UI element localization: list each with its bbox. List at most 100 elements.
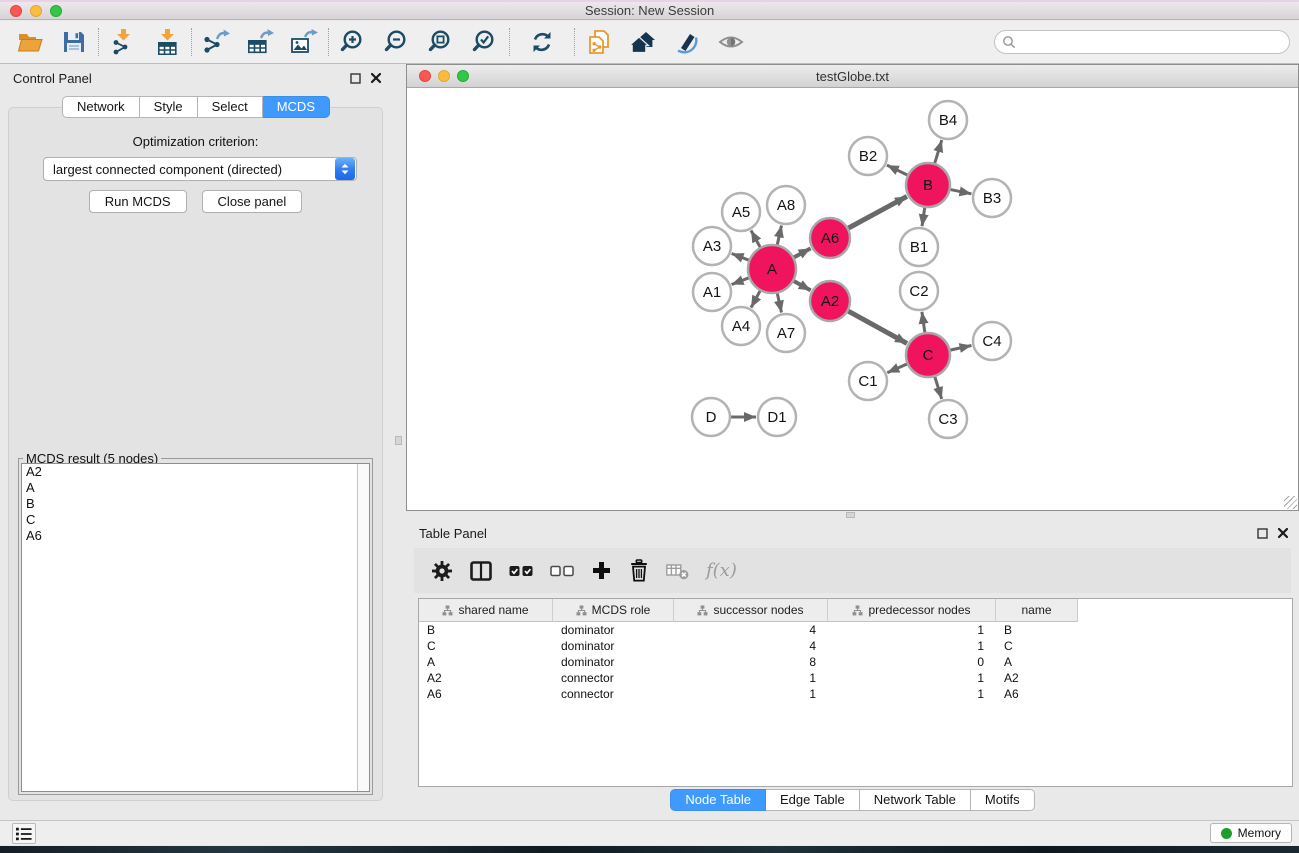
save-session-button[interactable]	[52, 24, 96, 60]
edge-C-C4[interactable]	[949, 346, 972, 351]
column-header-predecessor-nodes[interactable]: predecessor nodes	[828, 599, 996, 622]
network-canvas[interactable]: AA1A2A3A4A5A6A7A8BB1B2B3B4CC1C2C3C4DD1	[407, 88, 1298, 510]
export-table-button[interactable]	[238, 24, 282, 60]
node-D1[interactable]: D1	[758, 398, 796, 436]
close-panel-button[interactable]: Close panel	[202, 190, 303, 213]
tab-select[interactable]: Select	[198, 96, 263, 118]
result-item[interactable]: B	[22, 496, 369, 512]
import-network-button[interactable]	[101, 24, 145, 60]
memory-button[interactable]: Memory	[1210, 823, 1292, 843]
horizontal-splitter[interactable]	[406, 511, 1299, 519]
deselect-all-button[interactable]	[550, 565, 574, 577]
minimize-network-button[interactable]	[438, 70, 450, 82]
column-header-shared-name[interactable]: shared name	[419, 599, 553, 622]
search-box[interactable]	[994, 30, 1290, 54]
table-row[interactable]: Cdominator41C	[419, 638, 1292, 654]
node-D[interactable]: D	[692, 398, 730, 436]
zoom-network-button[interactable]	[457, 70, 469, 82]
node-A7[interactable]: A7	[767, 314, 805, 352]
show-columns-button[interactable]	[470, 561, 492, 581]
function-builder-button[interactable]: f(x)	[706, 560, 737, 581]
search-input[interactable]	[1020, 32, 1289, 52]
splitter-grip[interactable]	[846, 512, 855, 518]
result-item[interactable]: A6	[22, 528, 369, 544]
close-panel-icon[interactable]	[370, 72, 382, 84]
node-B[interactable]: B	[906, 163, 950, 207]
node-table[interactable]: shared nameMCDS rolesuccessor nodesprede…	[418, 598, 1293, 787]
splitter-grip[interactable]	[395, 436, 402, 445]
add-row-button[interactable]	[591, 560, 612, 581]
zoom-selected-button[interactable]	[463, 24, 507, 60]
node-B4[interactable]: B4	[929, 101, 967, 139]
node-B1[interactable]: B1	[900, 228, 938, 266]
window-resize-grip[interactable]	[1284, 496, 1297, 509]
table-row[interactable]: Bdominator41B	[419, 622, 1292, 638]
edge-A-A4[interactable]	[751, 289, 761, 307]
table-row[interactable]: Adominator80A	[419, 654, 1292, 670]
edge-B-B3[interactable]	[949, 189, 972, 194]
float-panel-icon[interactable]	[1257, 528, 1268, 539]
float-panel-icon[interactable]	[350, 73, 361, 84]
column-header-mcds-role[interactable]: MCDS role	[553, 599, 674, 622]
node-B2[interactable]: B2	[849, 137, 887, 175]
edge-A-A2[interactable]	[792, 280, 811, 290]
node-C3[interactable]: C3	[929, 400, 967, 438]
home-button[interactable]	[621, 24, 665, 60]
tab-network-table[interactable]: Network Table	[860, 789, 971, 811]
edge-C-C1[interactable]	[887, 363, 908, 372]
tab-style[interactable]: Style	[140, 96, 198, 118]
open-session-button[interactable]	[8, 24, 52, 60]
edge-C-C2[interactable]	[922, 312, 925, 334]
edge-A6-B[interactable]	[847, 196, 907, 229]
run-mcds-button[interactable]: Run MCDS	[89, 190, 187, 213]
mcds-result-list[interactable]: A2ABCA6	[21, 463, 370, 792]
table-options-button[interactable]	[431, 560, 453, 582]
zoom-window-button[interactable]	[50, 5, 62, 17]
minimize-window-button[interactable]	[30, 5, 42, 17]
node-B3[interactable]: B3	[973, 179, 1011, 217]
close-window-button[interactable]	[10, 5, 22, 17]
node-C2[interactable]: C2	[900, 272, 938, 310]
network-window-titlebar[interactable]: testGlobe.txt	[407, 65, 1298, 88]
tab-network[interactable]: Network	[62, 96, 140, 118]
edge-B-B4[interactable]	[934, 140, 942, 165]
node-A5[interactable]: A5	[722, 193, 760, 231]
optimization-criterion-dropdown[interactable]: largest connected component (directed)	[43, 157, 357, 181]
edge-A-A3[interactable]	[732, 254, 751, 261]
node-A4[interactable]: A4	[722, 307, 760, 345]
edge-A2-C[interactable]	[847, 310, 907, 343]
node-A3[interactable]: A3	[693, 227, 731, 265]
node-C[interactable]: C	[906, 333, 950, 377]
vertical-splitter[interactable]	[392, 64, 406, 820]
tab-node-table[interactable]: Node Table	[670, 789, 766, 811]
edge-A-A5[interactable]	[751, 230, 761, 248]
import-table-button[interactable]	[145, 24, 189, 60]
edge-A-A6[interactable]	[792, 248, 810, 258]
edge-B-B1[interactable]	[922, 206, 925, 226]
tab-motifs[interactable]: Motifs	[971, 789, 1035, 811]
close-network-button[interactable]	[419, 70, 431, 82]
node-C4[interactable]: C4	[973, 322, 1011, 360]
refresh-view-button[interactable]	[520, 24, 564, 60]
task-history-button[interactable]	[12, 823, 36, 844]
tab-edge-table[interactable]: Edge Table	[766, 789, 860, 811]
tab-mcds[interactable]: MCDS	[263, 96, 330, 118]
delete-rows-button[interactable]	[629, 559, 649, 583]
column-header-successor-nodes[interactable]: successor nodes	[674, 599, 828, 622]
column-header-name[interactable]: name	[996, 599, 1078, 622]
select-all-button[interactable]	[509, 565, 533, 577]
node-A8[interactable]: A8	[767, 186, 805, 224]
node-A6[interactable]: A6	[810, 218, 850, 258]
result-item[interactable]: A2	[22, 464, 369, 480]
node-A1[interactable]: A1	[693, 273, 731, 311]
edge-B-B2[interactable]	[887, 165, 909, 176]
close-panel-icon[interactable]	[1277, 527, 1289, 539]
node-A[interactable]: A	[748, 245, 796, 293]
result-item[interactable]: A	[22, 480, 369, 496]
zoom-fit-button[interactable]	[419, 24, 463, 60]
hide-labels-button[interactable]	[665, 24, 709, 60]
edge-C-C3[interactable]	[934, 375, 941, 399]
zoom-in-button[interactable]	[331, 24, 375, 60]
node-C1[interactable]: C1	[849, 362, 887, 400]
edge-A-A8[interactable]	[777, 226, 782, 247]
